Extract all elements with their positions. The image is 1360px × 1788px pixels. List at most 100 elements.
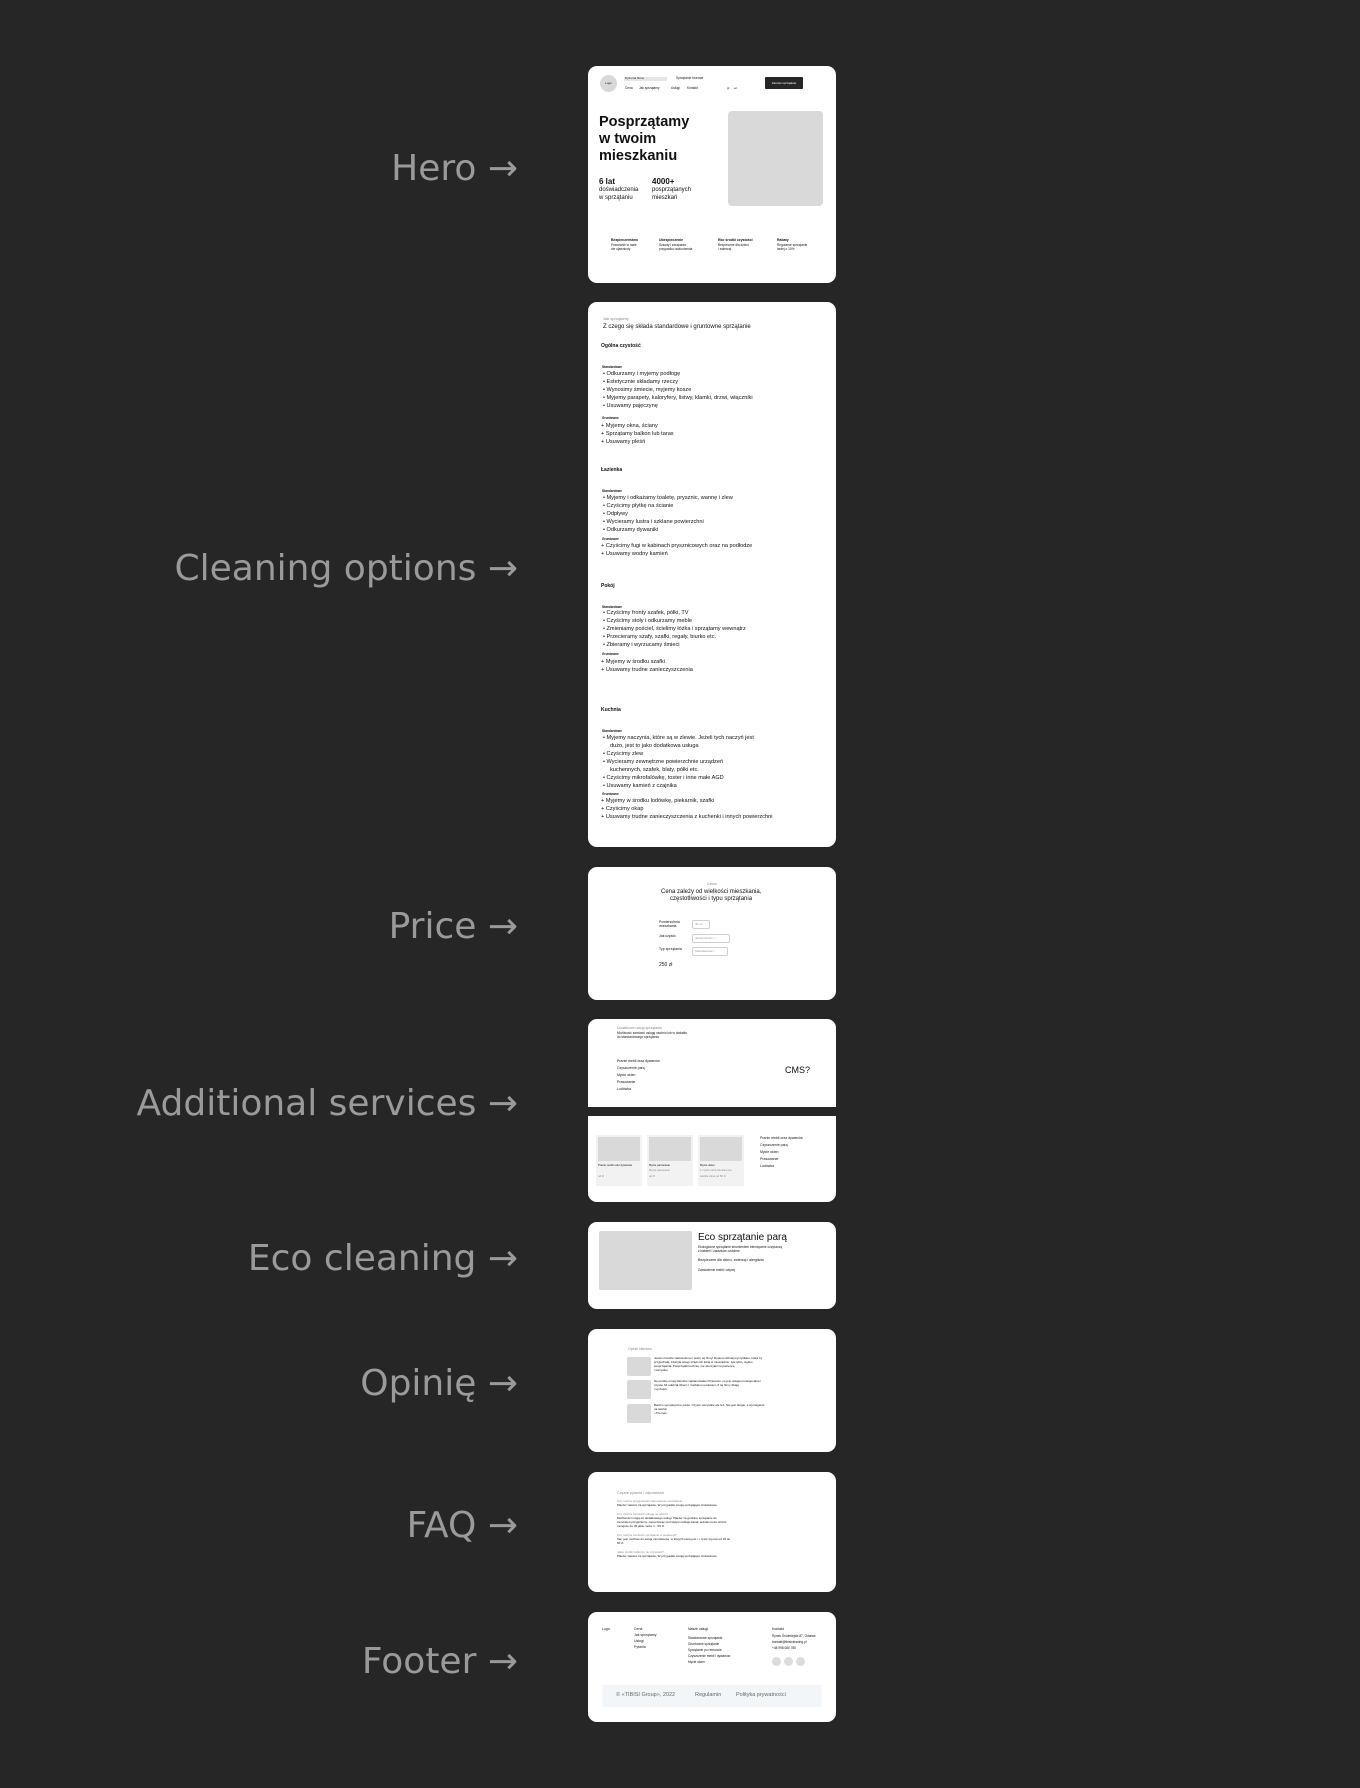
- list-item: • Odkurzamy dywaniki: [603, 527, 659, 533]
- freq-label: Jak często: [659, 934, 676, 938]
- faq-card: Częste pytania i odpowiedzi Czy można pr…: [588, 1472, 836, 1592]
- nav-kontakt[interactable]: Kontakt: [687, 86, 698, 90]
- hero-image: [728, 111, 823, 206]
- label-cleaning: Cleaning options →: [174, 548, 518, 589]
- social-icon[interactable]: [796, 1657, 805, 1666]
- social-icon[interactable]: [784, 1657, 793, 1666]
- service-item[interactable]: Lodówka: [760, 1164, 774, 1168]
- footer-terms[interactable]: Regulamin: [695, 1692, 721, 1699]
- eco-link[interactable]: Zamówienie mebli i więcej: [698, 1268, 735, 1272]
- feature-line-3b: i zwierząt: [718, 247, 732, 251]
- section-title: Pokój: [601, 583, 615, 589]
- list-item: • Myjemy naczynia, które są w zlewie. Je…: [603, 735, 754, 741]
- gen-label: Gruntowne: [602, 792, 619, 796]
- nav-jak[interactable]: Jak sprzątamy: [639, 86, 660, 90]
- footer-logo[interactable]: Logo: [602, 1627, 610, 1631]
- faq-kicker: Częste pytania i odpowiedzi: [617, 1491, 665, 1495]
- type-select[interactable]: Standardowe ˅: [692, 947, 728, 956]
- footer-link[interactable]: Standardowe sprzątanie: [688, 1636, 722, 1640]
- service-card-price: od zł: [649, 1174, 655, 1178]
- footer-email[interactable]: kontakt@tbisicleaning.pl: [772, 1640, 806, 1644]
- service-item[interactable]: Czyszczenie parą: [617, 1066, 645, 1070]
- feature-title-2: Ubezpieczenie: [659, 238, 684, 242]
- service-card-title: Mycie okien: [700, 1163, 715, 1167]
- cta-button[interactable]: Zamów sprzątanie: [765, 77, 803, 89]
- cleaning-kicker: Jak sprzątamy: [603, 316, 629, 321]
- opinion-text: ~Thomas: [654, 1411, 667, 1415]
- opinion-avatar: [627, 1404, 651, 1423]
- std-label: Standardowe: [602, 605, 623, 609]
- list-item: • Czyścimy płytkę na ścianie: [603, 503, 674, 509]
- std-label: Standardowe: [602, 729, 623, 733]
- footer-link[interactable]: Jak sprzątamy: [634, 1633, 657, 1637]
- hero-headline-3: mieszkaniu: [599, 148, 678, 164]
- logo[interactable]: Logo: [600, 75, 617, 92]
- service-item[interactable]: Prasowanie: [617, 1080, 635, 1084]
- lang-en[interactable]: en: [734, 86, 737, 91]
- service-card[interactable]: Pranie mebli oraz dywanów od zł: [596, 1135, 642, 1186]
- section-title: Ogólna czystość: [601, 343, 641, 349]
- eco-sub-2: z bakterii i zarazków ozdobne: [698, 1249, 740, 1253]
- price-card: Cena Cena zależy od wielkości mieszkania…: [588, 867, 836, 1000]
- cms-note: CMS?: [785, 1065, 811, 1075]
- footer-link[interactable]: Sprzątanie po remoncie: [688, 1648, 722, 1652]
- nav-uslugi[interactable]: Usługi: [671, 86, 680, 90]
- footer-link[interactable]: Pytania: [634, 1645, 646, 1649]
- faq-answer: mniejsze do 45 jakie może 1 - 50 zł: [617, 1524, 664, 1528]
- service-item[interactable]: Mycie okien: [617, 1073, 635, 1077]
- faq-answer: Płacisz zawsze za sprzątanie, W przypadk…: [617, 1503, 717, 1507]
- footer-phone[interactable]: +48 998 080 780: [772, 1646, 796, 1650]
- stat1-text-2: w sprzątaniu: [599, 195, 633, 201]
- top-nav-item[interactable]: Dyżurna firma: [625, 76, 644, 81]
- top-nav-item-2[interactable]: Sprzątanie biurowe: [676, 76, 703, 80]
- feature-title-4: Rabaty: [777, 238, 789, 242]
- price-title-2: częstotliwości i typu sprzątania: [670, 896, 753, 902]
- service-card-price: wielkie okna od 50 zł: [700, 1174, 726, 1178]
- footer-link[interactable]: Gruntowne sprzątanie: [688, 1642, 719, 1646]
- eco-title: Eco sprzątanie parą: [698, 1232, 787, 1243]
- service-item[interactable]: Mycie okien: [760, 1150, 778, 1154]
- service-item[interactable]: Lodówka: [617, 1087, 631, 1091]
- price-kicker: Cena: [707, 881, 717, 886]
- gen-label: Gruntowne: [602, 652, 619, 656]
- footer-link[interactable]: Usługi: [634, 1639, 644, 1643]
- service-card[interactable]: Mycie parowanie Mycie parowanie od zł: [647, 1135, 693, 1186]
- service-item[interactable]: Prasowanie: [760, 1157, 778, 1161]
- list-item: + Myjemy w środku szafki: [601, 659, 665, 665]
- additional-kicker: Dodatkowe usługi sprzątania: [617, 1026, 662, 1030]
- section-title: Łazienka: [601, 467, 623, 473]
- service-card-price: od zł: [598, 1174, 604, 1178]
- opinion-text: i uprzejmi: [654, 1387, 667, 1391]
- service-item[interactable]: Pranie mebli oraz dywanów: [617, 1059, 660, 1063]
- list-item: • Przecieramy szafy, szafki, regały, biu…: [603, 634, 717, 640]
- list-item: dużo, jest to jako dodatkowa usługa: [610, 743, 699, 749]
- area-input[interactable]: 45 m²: [692, 920, 710, 929]
- eco-card: Eco sprzątanie parą Ekologiczne sprzątan…: [588, 1222, 836, 1309]
- service-card[interactable]: Mycie okien 1 mycie okna dwustronne wiel…: [698, 1135, 744, 1186]
- service-card-image: [700, 1137, 742, 1161]
- hero-headline-2: w twoim: [599, 131, 657, 147]
- service-item[interactable]: Pranie mebli oraz dywanów: [760, 1136, 803, 1140]
- faq-answer: Tak, jest możliwe do swoją zamówienia, w…: [617, 1537, 731, 1541]
- footer-privacy[interactable]: Polityka prywatności: [736, 1692, 786, 1699]
- list-item: • Czyścimy mikrofalówkę, toster i inne m…: [603, 775, 724, 781]
- footer-address: Rynek Śródmiejski 87, Gdańsk: [772, 1634, 816, 1638]
- footer-link[interactable]: Cena: [634, 1627, 642, 1631]
- freq-select[interactable]: Jednorazowo ˅: [692, 934, 730, 943]
- lang-pl[interactable]: pl: [727, 86, 729, 91]
- footer-link[interactable]: Czyszczenie mebli i dywanów: [688, 1654, 730, 1658]
- service-card-sub: 1 mycie okna dwustronne: [700, 1168, 732, 1172]
- label-eco: Eco cleaning →: [247, 1238, 518, 1279]
- faq-answer: Płacisz zawsze za sprzątanie, W przypadk…: [617, 1554, 717, 1558]
- service-item[interactable]: Czyszczenie parą: [760, 1143, 788, 1147]
- social-icon[interactable]: [772, 1657, 781, 1666]
- feature-line-1b: nie ujawniony: [611, 247, 631, 251]
- nav-cena[interactable]: Cena: [625, 86, 633, 90]
- list-item: • Myjemy i odkażamy toaletę, prysznic, w…: [603, 495, 733, 501]
- stat2-value: 4000+: [652, 177, 675, 186]
- footer-link[interactable]: Mycie okien: [688, 1660, 705, 1664]
- list-item: • Czyścimy stoły i odkurzamy meble: [603, 618, 692, 624]
- cleaning-card: Jak sprzątamy Z czego się składa standar…: [588, 302, 836, 847]
- gen-label: Gruntowne: [602, 537, 619, 541]
- additional-sub-2: do standardowego sprzątania: [617, 1035, 659, 1039]
